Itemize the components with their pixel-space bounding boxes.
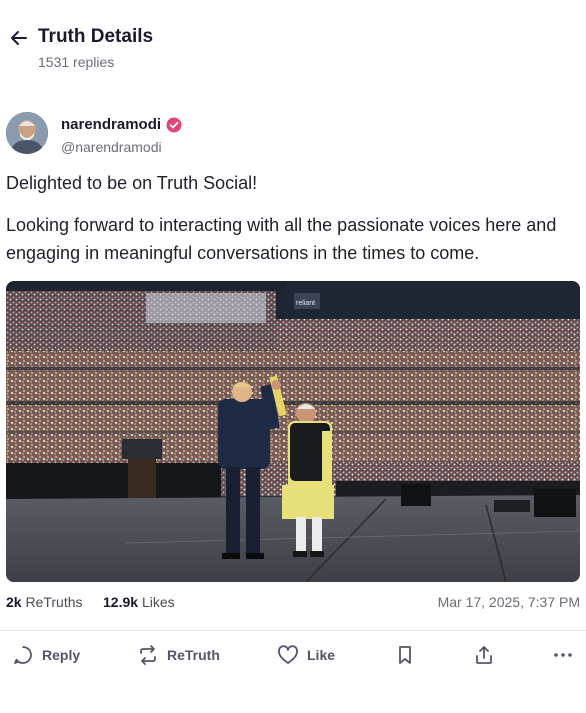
author-handle[interactable]: @narendramodi xyxy=(61,139,162,155)
like-button[interactable]: Like xyxy=(277,640,335,670)
arrow-left-icon xyxy=(11,31,27,45)
stadium-sign: reliant xyxy=(296,300,315,307)
divider xyxy=(0,630,586,631)
post-author: narendramodi @narendramodi xyxy=(6,112,566,162)
action-bar: Reply ReTruth Like xyxy=(0,640,586,672)
heart-icon xyxy=(278,645,298,664)
post-timestamp: Mar 17, 2025, 7:37 PM xyxy=(437,594,580,610)
more-icon xyxy=(554,653,572,657)
retruth-icon xyxy=(140,645,156,665)
stadium-photo: reliant xyxy=(6,281,580,582)
retruths-stat[interactable]: 2k ReTruths xyxy=(6,594,83,610)
retruth-button[interactable]: ReTruth xyxy=(137,640,220,670)
reply-button[interactable]: Reply xyxy=(12,640,80,670)
retruths-count: 2k xyxy=(6,594,22,610)
reply-icon xyxy=(14,646,32,664)
back-button[interactable] xyxy=(8,27,30,49)
verified-badge-icon xyxy=(166,117,182,133)
like-label: Like xyxy=(307,647,336,663)
page-title: Truth Details xyxy=(38,26,154,47)
post-body: Delighted to be on Truth Social! Looking… xyxy=(6,169,576,281)
likes-label: Likes xyxy=(141,594,175,610)
retruth-label: ReTruth xyxy=(167,647,220,663)
post-paragraph: Delighted to be on Truth Social! xyxy=(6,173,258,193)
author-name[interactable]: narendramodi xyxy=(61,116,182,133)
post-stats: 2k ReTruths 12.9k Likes Mar 17, 2025, 7:… xyxy=(6,594,580,614)
likes-stat[interactable]: 12.9k Likes xyxy=(103,594,175,610)
retruths-label: ReTruths xyxy=(25,594,83,610)
avatar[interactable] xyxy=(6,112,48,154)
reply-label: Reply xyxy=(42,647,81,663)
author-name-text: narendramodi xyxy=(61,116,162,133)
bookmark-button[interactable] xyxy=(394,640,416,670)
post-paragraph: Looking forward to interacting with all … xyxy=(6,215,557,263)
page-header: Truth Details 1531 replies xyxy=(0,0,586,90)
post-image[interactable]: reliant xyxy=(6,281,580,582)
likes-count: 12.9k xyxy=(103,594,139,610)
bookmark-icon xyxy=(399,646,411,664)
reply-count: 1531 replies xyxy=(38,54,115,70)
share-button[interactable] xyxy=(473,640,495,670)
more-options-button[interactable] xyxy=(552,640,574,670)
share-icon xyxy=(476,646,492,664)
